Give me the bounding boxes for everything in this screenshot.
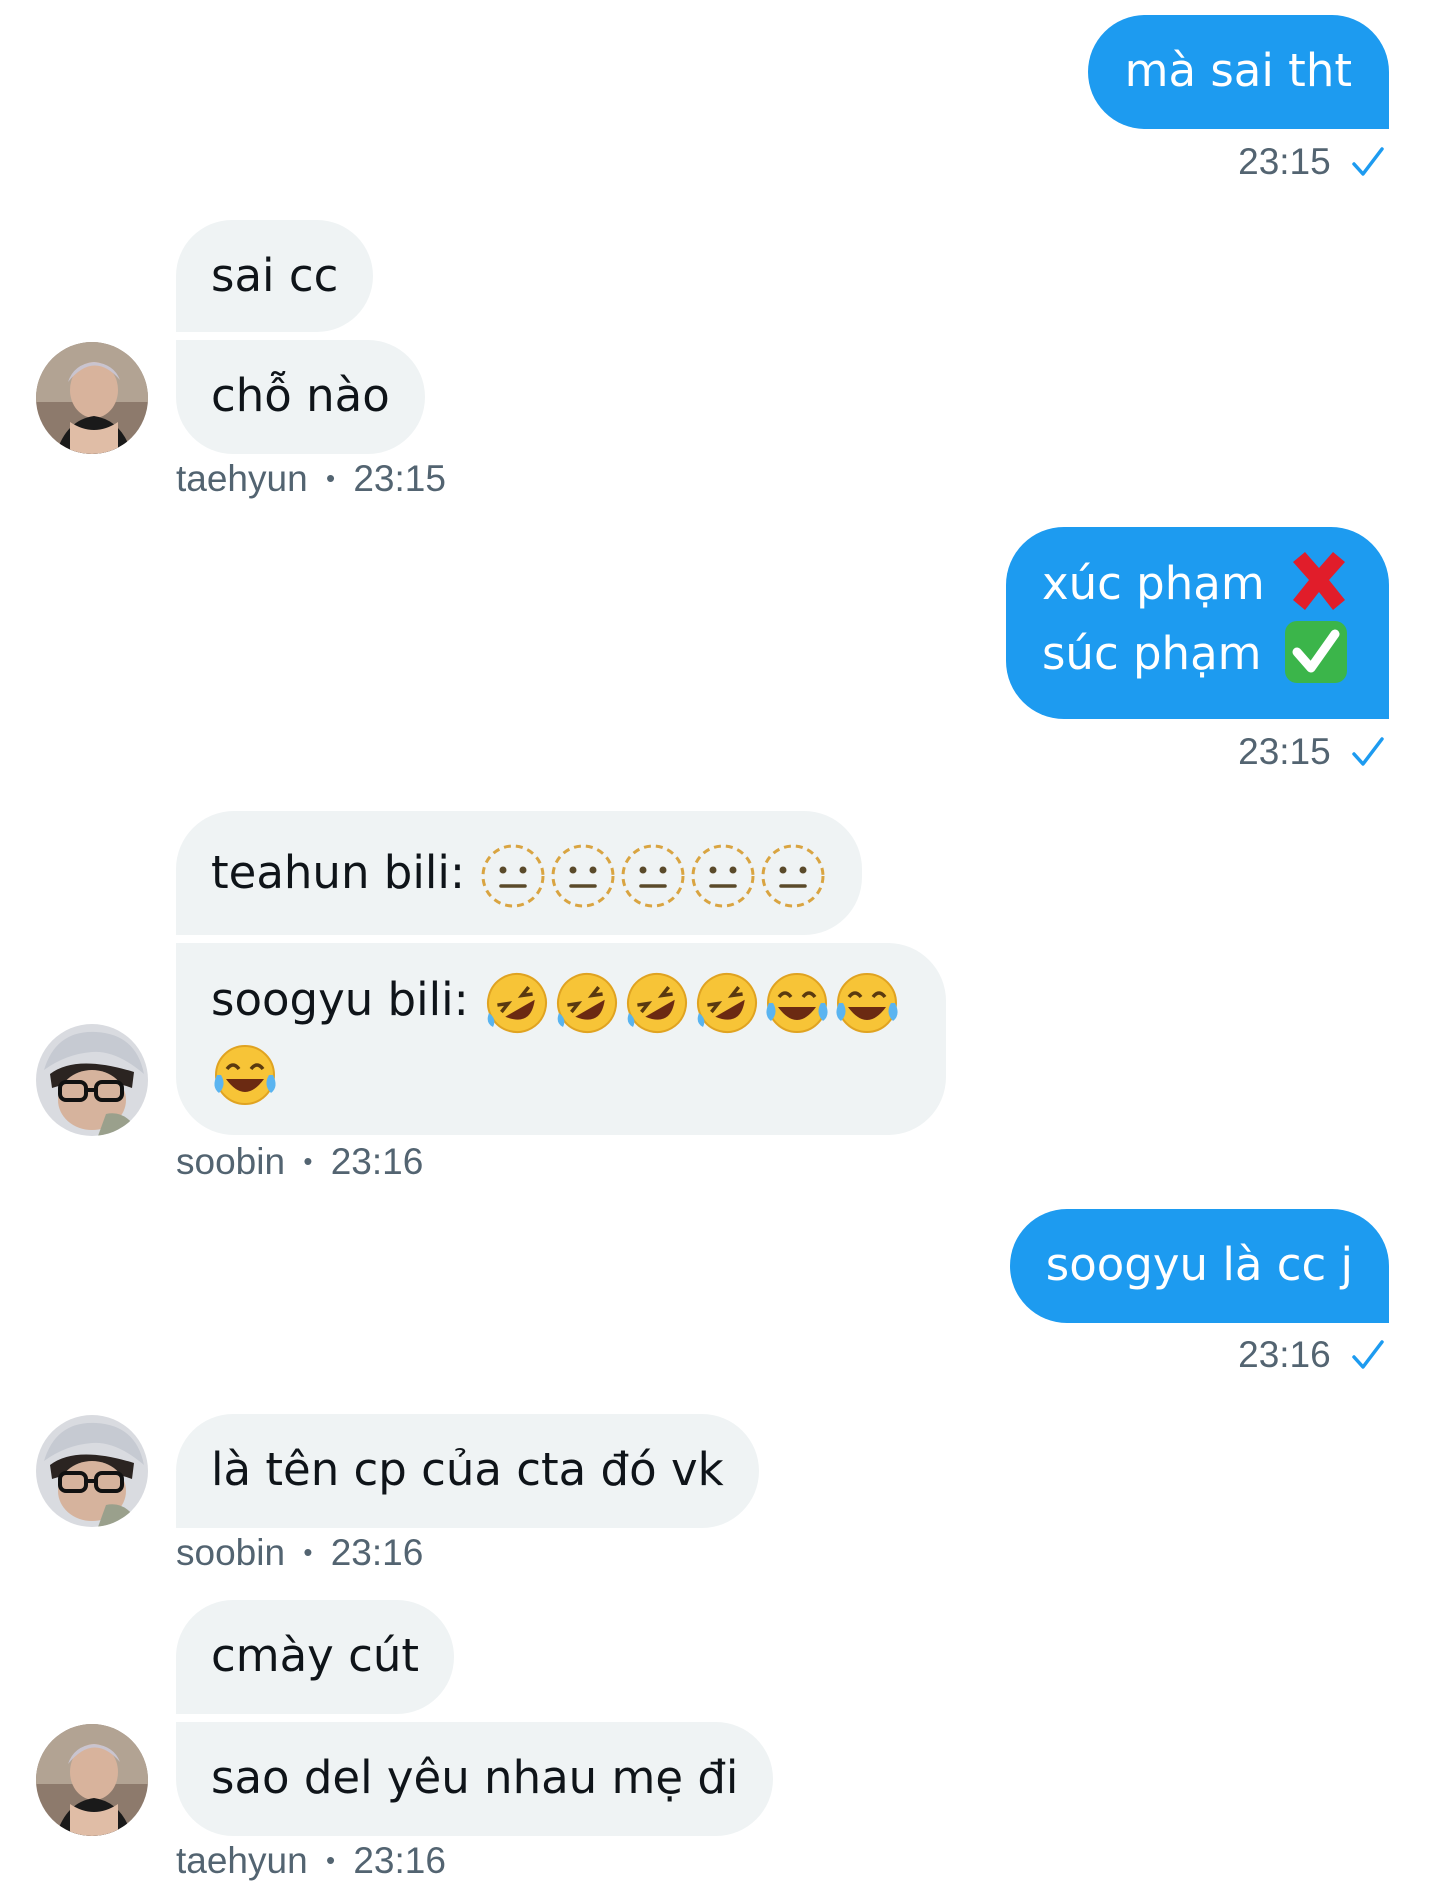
outgoing-message-bubble[interactable]: mà sai tht bbox=[1087, 15, 1389, 129]
message-time: 23:16 bbox=[330, 1532, 424, 1573]
message-timestamp: 23:15 bbox=[1238, 731, 1385, 773]
rolling-on-the-floor-laughing-icon bbox=[487, 973, 548, 1033]
meta-separator: • bbox=[325, 463, 336, 493]
avatar-taehyun[interactable] bbox=[36, 342, 148, 454]
avatar-soobin[interactable] bbox=[36, 1024, 148, 1136]
message-text: teahun bili: bbox=[211, 846, 466, 899]
dotted-line-face-icon bbox=[551, 844, 615, 908]
meta-separator: • bbox=[325, 1845, 336, 1875]
avatar-taehyun[interactable] bbox=[36, 1724, 148, 1836]
avatar-soobin[interactable] bbox=[36, 1415, 148, 1527]
sender-name[interactable]: soobin bbox=[176, 1532, 285, 1573]
message-timestamp: 23:15 bbox=[1238, 141, 1385, 183]
message-time: 23:15 bbox=[353, 458, 446, 499]
sender-name[interactable]: taehyun bbox=[176, 1840, 308, 1881]
avatar-photo-icon bbox=[36, 342, 148, 454]
incoming-message-bubble[interactable]: teahun bili: bbox=[176, 811, 863, 935]
message-text: mà sai tht bbox=[1124, 44, 1352, 97]
rolling-on-the-floor-laughing-icon bbox=[627, 973, 688, 1033]
outgoing-message-bubble[interactable]: xúc phạm súc phạm bbox=[1005, 527, 1389, 719]
rolling-on-the-floor-laughing-icon bbox=[697, 973, 758, 1033]
outgoing-message-bubble[interactable]: soogyu là cc j bbox=[1009, 1209, 1389, 1323]
incoming-message-bubble[interactable]: là tên cp của cta đó vk bbox=[176, 1414, 759, 1528]
sender-meta: soobin • 23:16 bbox=[176, 1141, 423, 1183]
message-text: xúc phạm bbox=[1041, 557, 1265, 610]
sender-meta: taehyun • 23:16 bbox=[176, 1840, 446, 1882]
avatar-photo-icon bbox=[36, 1724, 148, 1836]
dotted-line-face-emojis bbox=[479, 842, 827, 910]
dotted-line-face-icon bbox=[621, 844, 685, 908]
message-text: soogyu là cc j bbox=[1045, 1238, 1353, 1291]
read-check-icon bbox=[1352, 147, 1384, 176]
message-text: cmày cút bbox=[211, 1629, 419, 1682]
meta-separator: • bbox=[303, 1146, 313, 1176]
meta-separator: • bbox=[303, 1537, 313, 1567]
avatar-photo-icon bbox=[36, 1415, 148, 1527]
message-text: súc phạm bbox=[1041, 627, 1262, 680]
sender-meta: soobin • 23:16 bbox=[176, 1532, 423, 1574]
read-check-icon bbox=[1352, 737, 1384, 766]
sender-name[interactable]: soobin bbox=[176, 1141, 285, 1182]
dotted-line-face-icon bbox=[481, 844, 545, 908]
rolling-on-the-floor-laughing-icon bbox=[557, 973, 618, 1033]
face-with-tears-of-joy-icon bbox=[836, 973, 898, 1033]
sender-name[interactable]: taehyun bbox=[176, 458, 308, 499]
avatar-photo-icon bbox=[36, 1024, 148, 1136]
dotted-line-face-icon bbox=[691, 844, 755, 908]
cross-mark-icon bbox=[1293, 552, 1345, 610]
message-text: sai cc bbox=[211, 249, 339, 302]
face-with-tears-of-joy-icon bbox=[214, 1045, 276, 1105]
face-with-tears-of-joy-icon bbox=[766, 973, 828, 1033]
incoming-message-bubble[interactable]: cmày cút bbox=[176, 1600, 454, 1714]
message-text: sao del yêu nhau mẹ đi bbox=[211, 1751, 739, 1804]
read-check-icon bbox=[1352, 1340, 1384, 1369]
dotted-line-face-icon bbox=[761, 844, 825, 908]
check-mark-button-icon bbox=[1284, 621, 1347, 683]
message-text: soogyu bili: bbox=[211, 973, 469, 1026]
message-text: là tên cp của cta đó vk bbox=[211, 1443, 724, 1496]
sender-meta: taehyun • 23:15 bbox=[176, 458, 446, 500]
incoming-message-bubble[interactable]: sai cc bbox=[176, 220, 374, 332]
incoming-message-bubble[interactable]: chỗ nào bbox=[176, 340, 425, 454]
message-time: 23:16 bbox=[353, 1840, 446, 1881]
message-timestamp: 23:16 bbox=[1238, 1334, 1385, 1376]
incoming-message-bubble[interactable]: sao del yêu nhau mẹ đi bbox=[176, 1722, 774, 1836]
laughing-emojis bbox=[483, 969, 901, 1037]
message-time: 23:16 bbox=[330, 1141, 424, 1182]
message-text: chỗ nào bbox=[211, 369, 390, 422]
incoming-message-bubble[interactable]: soogyu bili: bbox=[176, 943, 946, 1135]
